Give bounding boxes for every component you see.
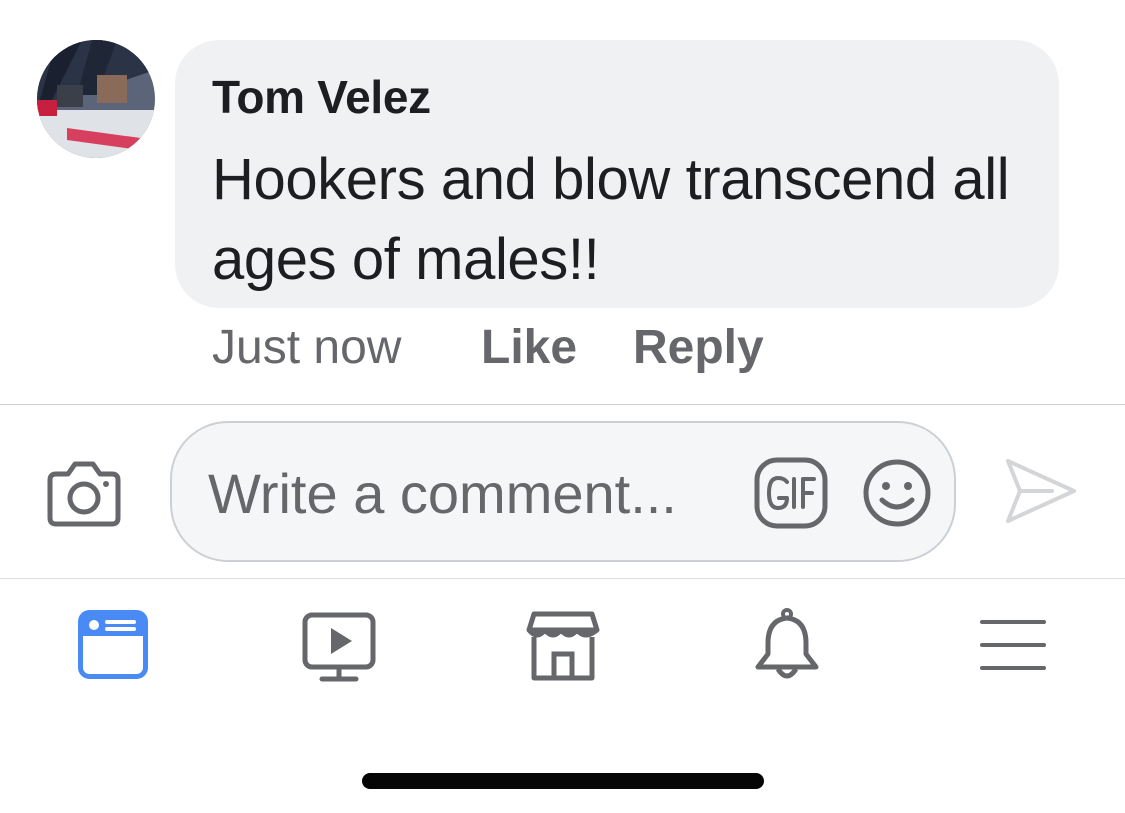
comment-timestamp: Just now bbox=[212, 321, 402, 374]
smiley-icon[interactable] bbox=[862, 458, 932, 528]
comment-input[interactable] bbox=[208, 453, 748, 533]
comment-screen: Tom Velez Hookers and blow transcend all… bbox=[0, 0, 1125, 813]
news-feed-icon[interactable] bbox=[78, 610, 158, 690]
storefront-icon[interactable] bbox=[526, 610, 606, 690]
gif-icon[interactable] bbox=[754, 457, 828, 529]
divider bbox=[0, 578, 1125, 579]
comment-author[interactable]: Tom Velez bbox=[212, 70, 431, 124]
bell-icon[interactable] bbox=[754, 607, 834, 687]
divider bbox=[0, 404, 1125, 405]
home-indicator[interactable] bbox=[362, 773, 764, 789]
avatar[interactable] bbox=[37, 40, 155, 158]
reply-button[interactable]: Reply bbox=[633, 318, 764, 378]
comment-text: Hookers and blow transcend all ages of m… bbox=[212, 147, 1010, 292]
comment-composer[interactable] bbox=[170, 421, 956, 562]
avatar-photo bbox=[37, 40, 155, 158]
like-button[interactable]: Like bbox=[481, 318, 577, 378]
video-icon[interactable] bbox=[302, 612, 382, 692]
hamburger-menu-icon[interactable] bbox=[980, 618, 1060, 698]
send-icon[interactable] bbox=[1002, 455, 1078, 527]
camera-icon[interactable] bbox=[46, 458, 122, 528]
